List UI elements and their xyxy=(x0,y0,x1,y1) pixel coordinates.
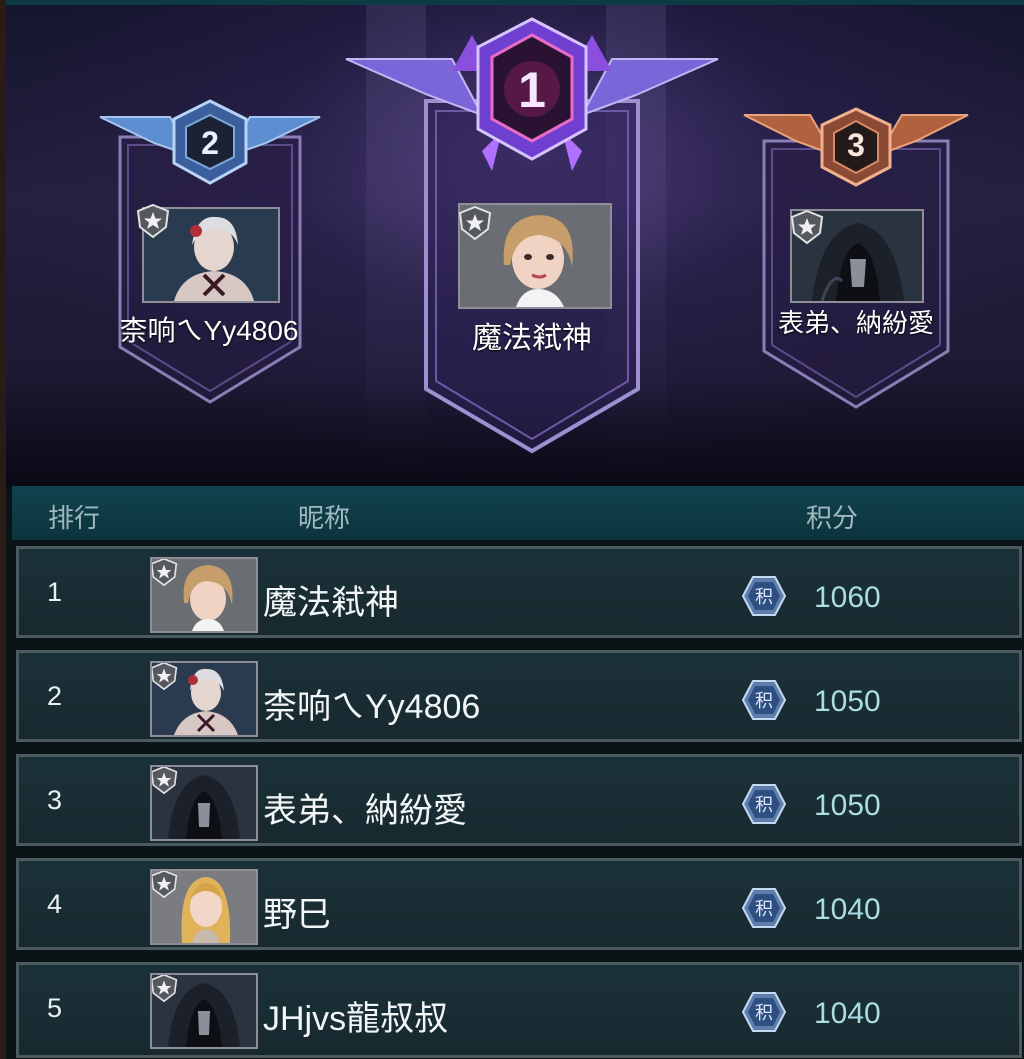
first-place-number: 1 xyxy=(518,62,546,118)
rank-shield-icon xyxy=(790,209,824,245)
rank-shield-icon xyxy=(152,663,178,691)
row-rank: 2 xyxy=(47,681,63,711)
ranking-row[interactable]: 5 JHjvs龍叔叔 积 1040 xyxy=(16,962,1022,1058)
row-score: 1050 xyxy=(814,789,881,822)
row-score: 1060 xyxy=(814,581,881,614)
svg-text:积: 积 xyxy=(755,899,773,920)
ranking-table-header: 排行 昵称 积分 xyxy=(12,486,1024,540)
svg-text:积: 积 xyxy=(755,1003,773,1024)
row-player-name: 野巳 xyxy=(263,896,331,934)
rank-shield-icon xyxy=(458,205,492,241)
podium-card-third[interactable]: 3 表弟、納紛愛 xyxy=(740,105,972,415)
header-nickname: 昵称 xyxy=(298,503,351,533)
row-score: 1040 xyxy=(814,893,881,926)
third-place-number: 3 xyxy=(847,127,865,163)
rank-shield-icon xyxy=(152,871,178,899)
podium-card-first[interactable]: 1 魔法弒神 xyxy=(342,11,722,457)
hooded-reaper-avatar[interactable] xyxy=(150,973,258,1049)
first-place-name: 魔法弒神 xyxy=(472,322,592,355)
row-rank: 3 xyxy=(47,785,63,815)
row-player-name: 表弟、納紛愛 xyxy=(263,792,467,830)
score-points-icon: 积 xyxy=(741,888,787,928)
blonde-bob-girl-avatar[interactable] xyxy=(150,557,258,633)
ranking-row[interactable]: 1 魔法弒神 积 1060 xyxy=(16,546,1022,638)
header-rank: 排行 xyxy=(48,503,101,533)
score-points-icon: 积 xyxy=(741,680,787,720)
podium-card-second[interactable]: 2 柰响ㄟYy4806 xyxy=(94,97,326,417)
header-score: 积分 xyxy=(806,503,859,533)
blonde-long-hair-girl-avatar[interactable] xyxy=(150,869,258,945)
ranking-row[interactable]: 4 野巳 积 1040 xyxy=(16,858,1022,950)
score-points-icon: 积 xyxy=(741,576,787,616)
hooded-reaper-avatar[interactable] xyxy=(150,765,258,841)
second-place-name: 柰响ㄟYy4806 xyxy=(119,315,299,346)
row-score: 1050 xyxy=(814,685,881,718)
second-place-number: 2 xyxy=(201,125,219,161)
row-score: 1040 xyxy=(814,997,881,1030)
score-points-icon: 积 xyxy=(741,992,787,1032)
ranking-row[interactable]: 3 表弟、納紛愛 积 1050 xyxy=(16,754,1022,846)
row-player-name: 柰响ㄟYy4806 xyxy=(263,688,481,726)
row-rank: 5 xyxy=(47,993,63,1023)
row-player-name: 魔法弒神 xyxy=(263,584,399,622)
row-rank: 1 xyxy=(47,577,63,607)
ranking-row[interactable]: 2 柰响ㄟYy4806 积 1050 xyxy=(16,650,1022,742)
row-rank: 4 xyxy=(47,889,63,919)
row-player-name: JHjvs龍叔叔 xyxy=(263,1000,449,1038)
svg-text:积: 积 xyxy=(755,587,773,608)
rank-shield-icon xyxy=(152,559,178,587)
svg-text:积: 积 xyxy=(755,795,773,816)
rank-shield-icon xyxy=(152,975,178,1003)
third-place-name: 表弟、納紛愛 xyxy=(777,308,934,338)
white-hair-girl-avatar[interactable] xyxy=(150,661,258,737)
score-points-icon: 积 xyxy=(741,784,787,824)
rank-shield-icon xyxy=(136,203,170,239)
podium-area: 2 柰响ㄟYy4806 1 魔法弒神 3 表弟、納紛愛 xyxy=(6,0,1024,489)
svg-text:积: 积 xyxy=(755,691,773,712)
rank-shield-icon xyxy=(152,767,178,795)
